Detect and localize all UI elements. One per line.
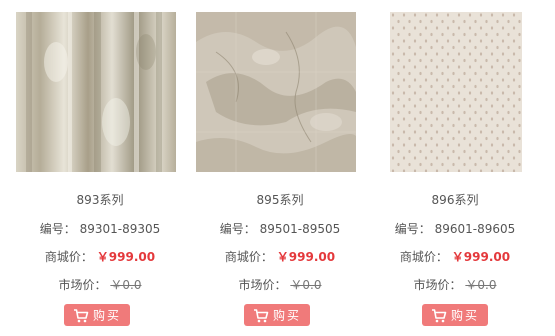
product-series-name[interactable]: 896系列: [355, 191, 555, 208]
market-price-label: 市场价：: [58, 278, 107, 292]
market-price-row: 市场价： ￥0.0: [355, 276, 555, 293]
buy-button-label: 购买: [272, 308, 301, 323]
mall-price-row: 商城价： ￥999.00: [355, 248, 555, 265]
market-price-row: 市场价： ￥0.0: [180, 276, 380, 293]
product-code-row: 编号： 89301-89305: [0, 220, 200, 237]
mall-price-label: 商城价：: [44, 250, 93, 264]
market-price-row: 市场价： ￥0.0: [0, 276, 200, 293]
product-image-895[interactable]: [196, 12, 356, 172]
product-series-name[interactable]: 895系列: [180, 191, 380, 208]
market-price-value: ￥0.0: [110, 278, 142, 292]
mall-price-value: ￥999.00: [451, 250, 511, 264]
product-series-name[interactable]: 893系列: [0, 191, 200, 208]
market-price-value: ￥0.0: [290, 278, 322, 292]
market-price-value: ￥0.0: [465, 278, 497, 292]
product-code-label: 编号：: [394, 222, 431, 236]
product-code-value: 89501-89505: [259, 222, 341, 236]
product-code-row: 编号： 89501-89505: [180, 220, 380, 237]
product-image-893[interactable]: [16, 12, 176, 172]
product-code-label: 编号：: [39, 222, 76, 236]
product-code-row: 编号： 89601-89605: [355, 220, 555, 237]
mall-price-row: 商城价： ￥999.00: [0, 248, 200, 265]
product-code-value: 89301-89305: [79, 222, 161, 236]
mall-price-label: 商城价：: [399, 250, 448, 264]
product-code-value: 89601-89605: [434, 222, 516, 236]
mall-price-value: ￥999.00: [276, 250, 336, 264]
buy-button[interactable]: 购买: [244, 304, 310, 326]
shopping-cart-icon: [253, 308, 269, 322]
product-image-896[interactable]: [390, 12, 522, 172]
buy-button-label: 购买: [450, 308, 479, 323]
shopping-cart-icon: [73, 308, 89, 322]
mall-price-label: 商城价：: [224, 250, 273, 264]
buy-button-label: 购买: [92, 308, 121, 323]
product-code-label: 编号：: [219, 222, 256, 236]
market-price-label: 市场价：: [413, 278, 462, 292]
mall-price-value: ￥999.00: [96, 250, 156, 264]
buy-button[interactable]: 购买: [422, 304, 488, 326]
shopping-cart-icon: [431, 308, 447, 322]
mall-price-row: 商城价： ￥999.00: [180, 248, 380, 265]
market-price-label: 市场价：: [238, 278, 287, 292]
buy-button[interactable]: 购买: [64, 304, 130, 326]
